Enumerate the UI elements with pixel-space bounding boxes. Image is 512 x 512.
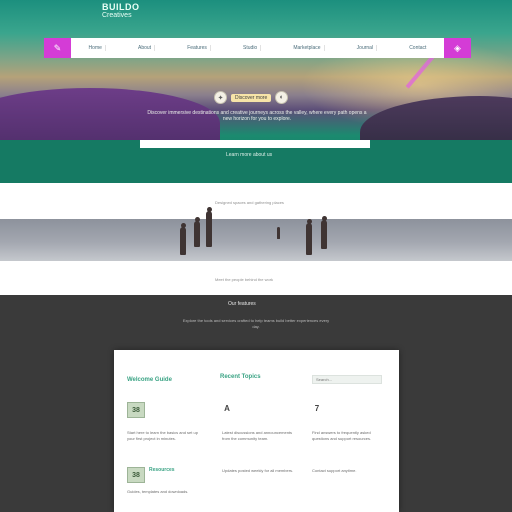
hero-section: BUILDO Creatives ✎ Home About Features S… xyxy=(0,0,512,183)
feature-text-help: Find answers to frequently asked questio… xyxy=(312,430,372,441)
brand-tagline: Creatives xyxy=(102,12,132,19)
hero-badges: ✦ Discover more ◐ xyxy=(214,91,289,104)
support-text: Contact support anytime. xyxy=(312,468,357,473)
nav-item-about[interactable]: About xyxy=(135,45,156,51)
brand-logo[interactable]: BUILDO xyxy=(102,2,140,12)
resources-text: Guides, templates and downloads. xyxy=(127,489,189,494)
hero-cta-link[interactable]: Learn more about us xyxy=(226,152,272,158)
nav-item-features[interactable]: Features xyxy=(184,45,211,51)
person-figure xyxy=(180,227,186,255)
hero-signup-bar[interactable] xyxy=(140,140,370,148)
features-description: Explore the tools and services crafted t… xyxy=(182,318,330,329)
nav-item-contact[interactable]: Contact xyxy=(406,45,429,51)
features-title: Our features xyxy=(228,301,256,307)
feature-text-guide: Start here to learn the basics and set u… xyxy=(127,430,198,441)
menu-icon[interactable]: ✎ xyxy=(44,38,71,58)
guide-icon: 38 xyxy=(127,402,145,418)
nav-item-home[interactable]: Home xyxy=(86,45,106,51)
showcase-image xyxy=(0,207,512,456)
nav-items: Home About Features Studio Marketplace J… xyxy=(71,45,444,51)
help-icon: 7 xyxy=(312,403,322,413)
feature-text-topics: Latest discussions and announcements fro… xyxy=(222,430,293,441)
nav-item-journal[interactable]: Journal xyxy=(354,45,378,51)
person-figure xyxy=(194,221,200,247)
page: BUILDO Creatives ✎ Home About Features S… xyxy=(0,0,512,512)
resources-label[interactable]: Resources xyxy=(149,467,175,473)
person-figure xyxy=(206,211,212,247)
compass-icon: ✦ xyxy=(214,91,227,104)
showcase-caption-bottom: Meet the people behind the work xyxy=(215,277,274,282)
card-heading-welcome[interactable]: Welcome Guide xyxy=(127,377,172,383)
person-figure xyxy=(306,223,312,255)
card-search-input[interactable] xyxy=(312,375,382,384)
person-figure xyxy=(277,227,280,239)
account-icon[interactable]: ◈ xyxy=(444,38,471,58)
nav-item-studio[interactable]: Studio xyxy=(240,45,262,51)
hero-badge-label[interactable]: Discover more xyxy=(231,93,272,102)
showcase-caption-top: Designed spaces and gathering places xyxy=(215,200,284,205)
resources-icon: 38 xyxy=(127,467,145,483)
topics-icon: A xyxy=(222,403,232,413)
nav-item-marketplace[interactable]: Marketplace xyxy=(290,45,325,51)
updates-text: Updates posted weekly for all members. xyxy=(222,468,294,473)
person-figure xyxy=(321,220,327,249)
globe-icon: ◐ xyxy=(275,91,289,104)
hero-description: Discover immersive destinations and crea… xyxy=(147,110,367,122)
main-navbar: ✎ Home About Features Studio Marketplace… xyxy=(44,38,471,58)
features-card: Welcome Guide Recent Topics 38 Start her… xyxy=(114,350,399,512)
card-heading-topics[interactable]: Recent Topics xyxy=(220,374,261,380)
